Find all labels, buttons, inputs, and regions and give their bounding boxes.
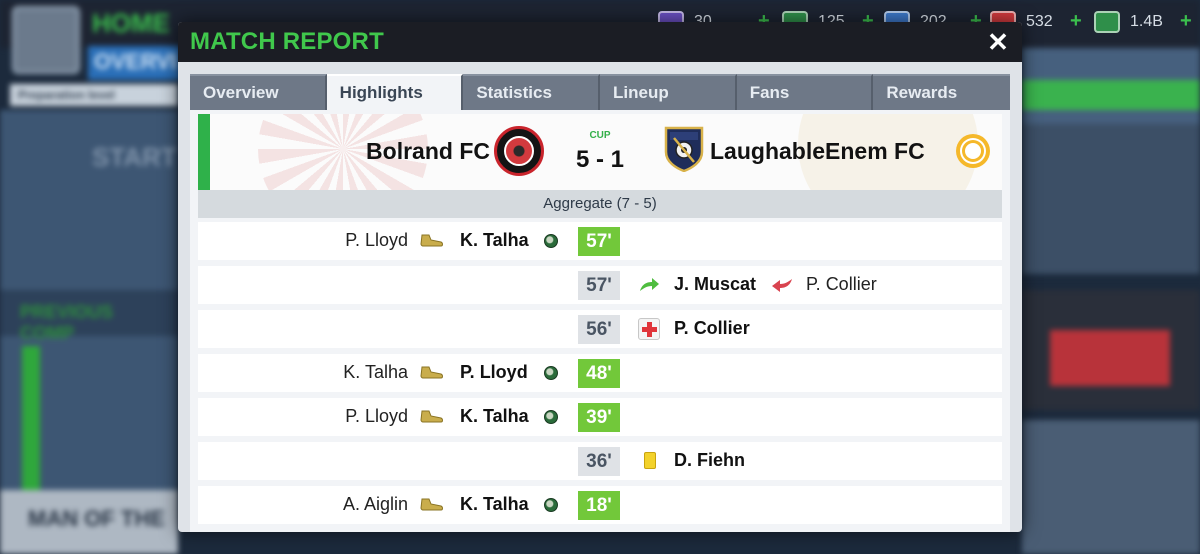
event-minute: 48' bbox=[578, 359, 620, 388]
sub-out-icon bbox=[772, 279, 792, 292]
boot-icon bbox=[420, 410, 443, 423]
tab-highlights[interactable]: Highlights bbox=[326, 74, 464, 110]
add-medical-button[interactable]: + bbox=[1070, 10, 1082, 33]
competition-label: CUP bbox=[589, 130, 611, 141]
bg-overview-tab: OVERVI bbox=[88, 46, 180, 80]
bg-prep-label: Preparation level bbox=[10, 84, 178, 106]
match-header: Bolrand FC CUP 5 - 1 LaughableEnem FC bbox=[198, 114, 1002, 190]
bg-right-bottom bbox=[1022, 420, 1200, 554]
tab-rewards[interactable]: Rewards bbox=[873, 74, 1011, 110]
event-scorer: K. Talha bbox=[460, 494, 529, 514]
event-assist: A. Aiglin bbox=[342, 494, 408, 514]
boot-icon bbox=[420, 366, 443, 379]
bg-man-label: MAN OF THE bbox=[28, 506, 165, 531]
yellow-card-icon bbox=[644, 452, 656, 469]
event-row: K. Talha P. Lloyd 48' bbox=[198, 354, 1002, 392]
event-player: D. Fiehn bbox=[674, 450, 745, 470]
club-logo bbox=[12, 6, 80, 74]
bg-home-title: HOME bbox=[92, 8, 170, 38]
result-strip bbox=[198, 114, 210, 190]
event-row: 56' P. Collier bbox=[198, 310, 1002, 348]
bg-right-red bbox=[1050, 330, 1170, 386]
event-minute: 56' bbox=[578, 315, 620, 344]
match-report-dialog: MATCH REPORT ✕ Overview Highlights Stati… bbox=[178, 22, 1022, 532]
match-score: 5 - 1 bbox=[575, 146, 625, 173]
ball-icon bbox=[544, 366, 558, 380]
event-row: P. Lloyd K. Talha 39' bbox=[198, 398, 1002, 436]
away-team-name: LaughableEnem FC bbox=[710, 138, 925, 164]
player-in: J. Muscat bbox=[674, 274, 757, 294]
event-row: A. Aiglin K. Talha 18' bbox=[198, 486, 1002, 524]
tab-lineup[interactable]: Lineup bbox=[600, 74, 737, 110]
money-icon bbox=[1094, 11, 1120, 33]
event-scorer: P. Lloyd bbox=[460, 362, 528, 382]
home-crest-icon bbox=[494, 126, 544, 176]
bg-start-label: START bbox=[92, 142, 177, 172]
player-out: P. Collier bbox=[806, 274, 877, 294]
event-row: 36' D. Fiehn bbox=[198, 442, 1002, 480]
bg-right-panel bbox=[1022, 124, 1200, 274]
sub-in-icon bbox=[640, 278, 659, 291]
bg-previous-label: PREVIOUS COMP bbox=[0, 290, 178, 343]
dialog-title: MATCH REPORT bbox=[190, 28, 384, 55]
resource-money: 1.4B bbox=[1094, 8, 1163, 36]
event-row: P. Lloyd K. Talha 57' bbox=[198, 222, 1002, 260]
boot-icon bbox=[420, 234, 443, 247]
bg-right-green bbox=[1022, 80, 1200, 110]
event-scorer: K. Talha bbox=[460, 406, 529, 426]
tab-fans[interactable]: Fans bbox=[736, 74, 874, 110]
event-assist: K. Talha bbox=[343, 362, 408, 382]
tab-statistics[interactable]: Statistics bbox=[463, 74, 601, 110]
resource-value: 1.4B bbox=[1130, 13, 1163, 30]
tab-overview[interactable]: Overview bbox=[190, 74, 327, 110]
resource-value: 532 bbox=[1026, 13, 1053, 30]
event-player: P. Collier bbox=[674, 318, 750, 338]
sun-icon bbox=[956, 134, 990, 168]
close-button[interactable]: ✕ bbox=[984, 28, 1012, 56]
event-minute: 57' bbox=[578, 271, 620, 300]
highlights-panel: Bolrand FC CUP 5 - 1 LaughableEnem FC Ag… bbox=[190, 110, 1010, 532]
event-minute: 39' bbox=[578, 403, 620, 432]
event-assist: P. Lloyd bbox=[345, 230, 408, 250]
ball-icon bbox=[544, 410, 558, 424]
event-row: 57' J. Muscat P. Collier bbox=[198, 266, 1002, 304]
event-minute: 57' bbox=[578, 227, 620, 256]
ball-icon bbox=[544, 498, 558, 512]
event-minute: 36' bbox=[578, 447, 620, 476]
home-team-name: Bolrand FC bbox=[366, 138, 490, 164]
boot-icon bbox=[420, 498, 443, 511]
away-crest-icon bbox=[664, 126, 704, 172]
aggregate-score: Aggregate (7 - 5) bbox=[198, 190, 1002, 218]
event-assist: P. Lloyd bbox=[345, 406, 408, 426]
add-money-button[interactable]: + bbox=[1180, 10, 1192, 33]
injury-icon bbox=[638, 318, 660, 340]
event-minute: 18' bbox=[578, 491, 620, 520]
event-scorer: K. Talha bbox=[460, 230, 529, 250]
ball-icon bbox=[544, 234, 558, 248]
dialog-header: MATCH REPORT ✕ bbox=[178, 22, 1022, 62]
tab-bar: Overview Highlights Statistics Lineup Fa… bbox=[190, 74, 1011, 110]
events-list: P. Lloyd K. Talha 57' 57' J. Muscat P. C… bbox=[198, 222, 1002, 530]
bg-green-bar bbox=[22, 346, 40, 506]
